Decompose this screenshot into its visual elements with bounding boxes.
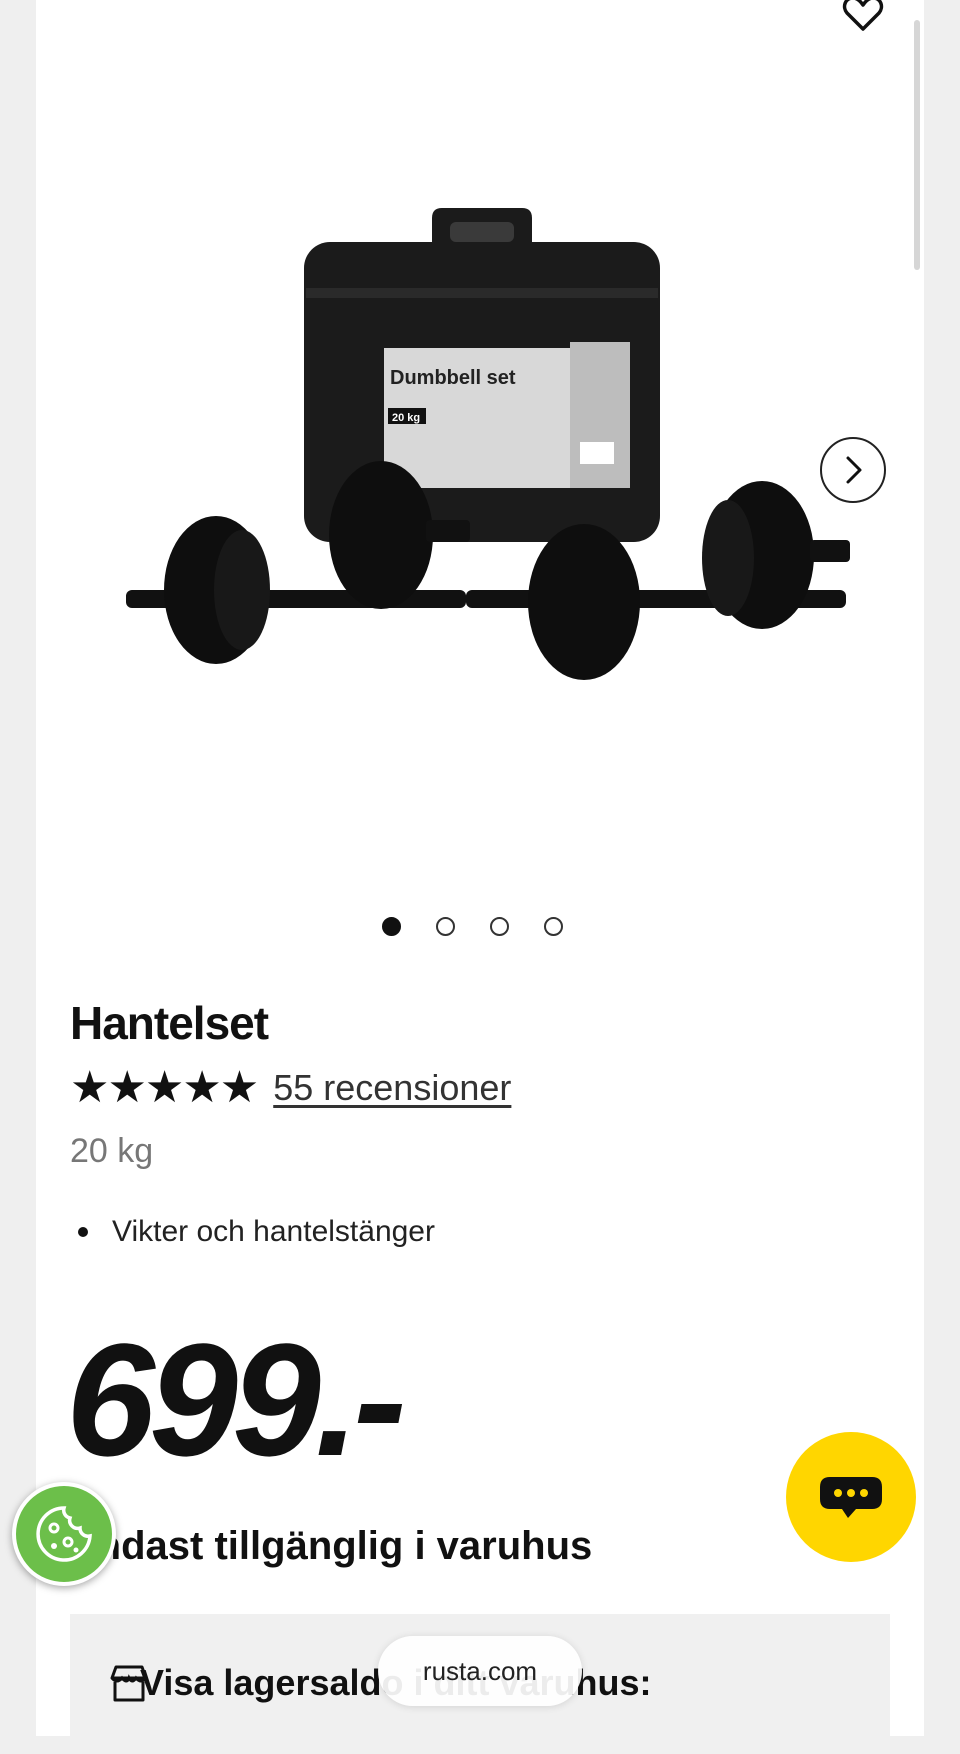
star-rating-icon: ★★★★★ bbox=[70, 1063, 259, 1112]
product-weight: 20 kg bbox=[70, 1132, 154, 1170]
cookie-settings-button[interactable] bbox=[12, 1482, 116, 1586]
gallery-dot-1[interactable] bbox=[382, 917, 401, 936]
gallery-dot-3[interactable] bbox=[490, 917, 509, 936]
list-item: Vikter och hantelstänger bbox=[70, 1215, 435, 1249]
cookie-icon bbox=[36, 1506, 92, 1562]
gallery-next-button[interactable] bbox=[820, 437, 886, 503]
product-title: Hantelset bbox=[70, 997, 269, 1049]
product-features: Vikter och hantelstänger bbox=[70, 1215, 435, 1249]
gallery-dot-2[interactable] bbox=[436, 917, 455, 936]
wishlist-heart-icon[interactable] bbox=[836, 0, 890, 40]
rating: ★★★★★ 55 recensioner bbox=[70, 1066, 511, 1110]
gallery-pagination bbox=[382, 917, 563, 936]
product-image[interactable]: Dumbbell set 20 kg bbox=[66, 170, 916, 770]
chevron-right-icon bbox=[846, 456, 862, 484]
chat-bubble-icon bbox=[820, 1477, 882, 1518]
reviews-link[interactable]: 55 recensioner bbox=[273, 1067, 511, 1109]
gallery-dot-4[interactable] bbox=[544, 917, 563, 936]
product-price: 699.- bbox=[66, 1310, 407, 1489]
box-title: Dumbbell set bbox=[390, 367, 516, 389]
bullet-icon bbox=[78, 1227, 88, 1237]
browser-url-bar[interactable]: rusta.com bbox=[378, 1636, 582, 1706]
chat-button[interactable] bbox=[786, 1432, 916, 1562]
box-weight: 20 kg bbox=[392, 412, 420, 424]
availability-text: Endast tillgänglig i varuhus bbox=[70, 1524, 593, 1568]
feature-text: Vikter och hantelstänger bbox=[112, 1215, 435, 1248]
